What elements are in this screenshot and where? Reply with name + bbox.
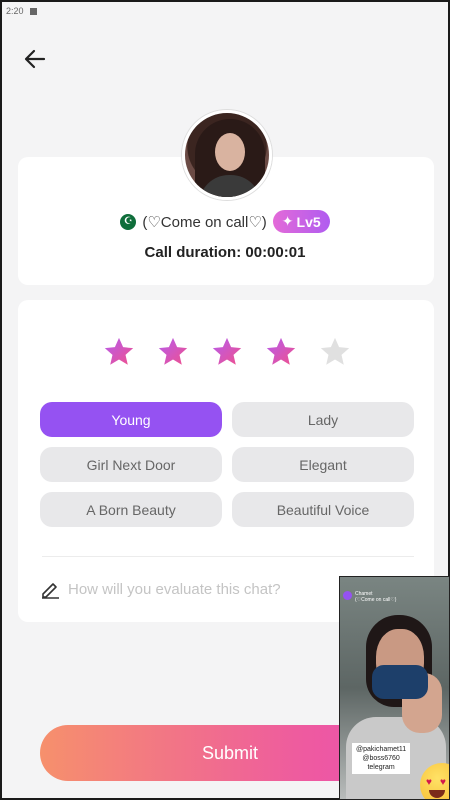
divider	[42, 556, 414, 557]
pencil-icon	[42, 583, 59, 599]
overlay-subtitle: (♡Come on call♡)	[355, 597, 397, 603]
level-badge: ✦ Lv5	[272, 210, 330, 233]
overlay-handle: @boss6760	[362, 755, 400, 762]
back-button[interactable]	[20, 44, 50, 74]
star-rating[interactable]	[102, 335, 352, 369]
tag-elegant[interactable]: Elegant	[232, 447, 414, 482]
level-label: Lv5	[296, 213, 321, 230]
notification-icon	[29, 8, 37, 16]
comment-row	[40, 577, 340, 601]
star-filled-icon[interactable]	[156, 335, 190, 369]
tag-girl-next-door[interactable]: Girl Next Door	[40, 447, 222, 482]
sparkle-icon: ✦	[281, 213, 294, 229]
overlay-header: Chamet (♡Come on call♡)	[343, 591, 396, 603]
caller-name-row: ☪ (♡Come on call♡) ✦ Lv5	[2, 210, 448, 233]
star-filled-icon[interactable]	[210, 335, 244, 369]
caller-name: (♡Come on call♡)	[142, 213, 267, 231]
app-logo-icon	[343, 591, 352, 600]
comment-input[interactable]	[68, 580, 338, 598]
tag-beautiful-voice[interactable]: Beautiful Voice	[232, 492, 414, 527]
overlay-handle: telegram	[367, 764, 395, 771]
overlay-handles: @pakichamet11 @boss6760 telegram	[352, 743, 411, 774]
star-filled-icon[interactable]	[264, 335, 298, 369]
avatar	[182, 110, 272, 200]
video-overlay: Chamet (♡Come on call♡) @pakichamet11 @b…	[339, 576, 450, 800]
status-bar: 2:20	[2, 2, 448, 20]
star-filled-icon[interactable]	[102, 335, 136, 369]
star-empty-icon[interactable]	[318, 335, 352, 369]
tag-lady[interactable]: Lady	[232, 402, 414, 437]
overlay-handle: @pakichamet11	[356, 746, 407, 753]
call-duration: Call duration: 00:00:01	[144, 244, 306, 261]
status-time: 2:20	[6, 6, 24, 16]
tag-young[interactable]: Young	[40, 402, 222, 437]
tag-a-born-beauty[interactable]: A Born Beauty	[40, 492, 222, 527]
pakistan-flag-icon: ☪	[120, 213, 137, 230]
arrow-left-icon	[24, 49, 46, 69]
